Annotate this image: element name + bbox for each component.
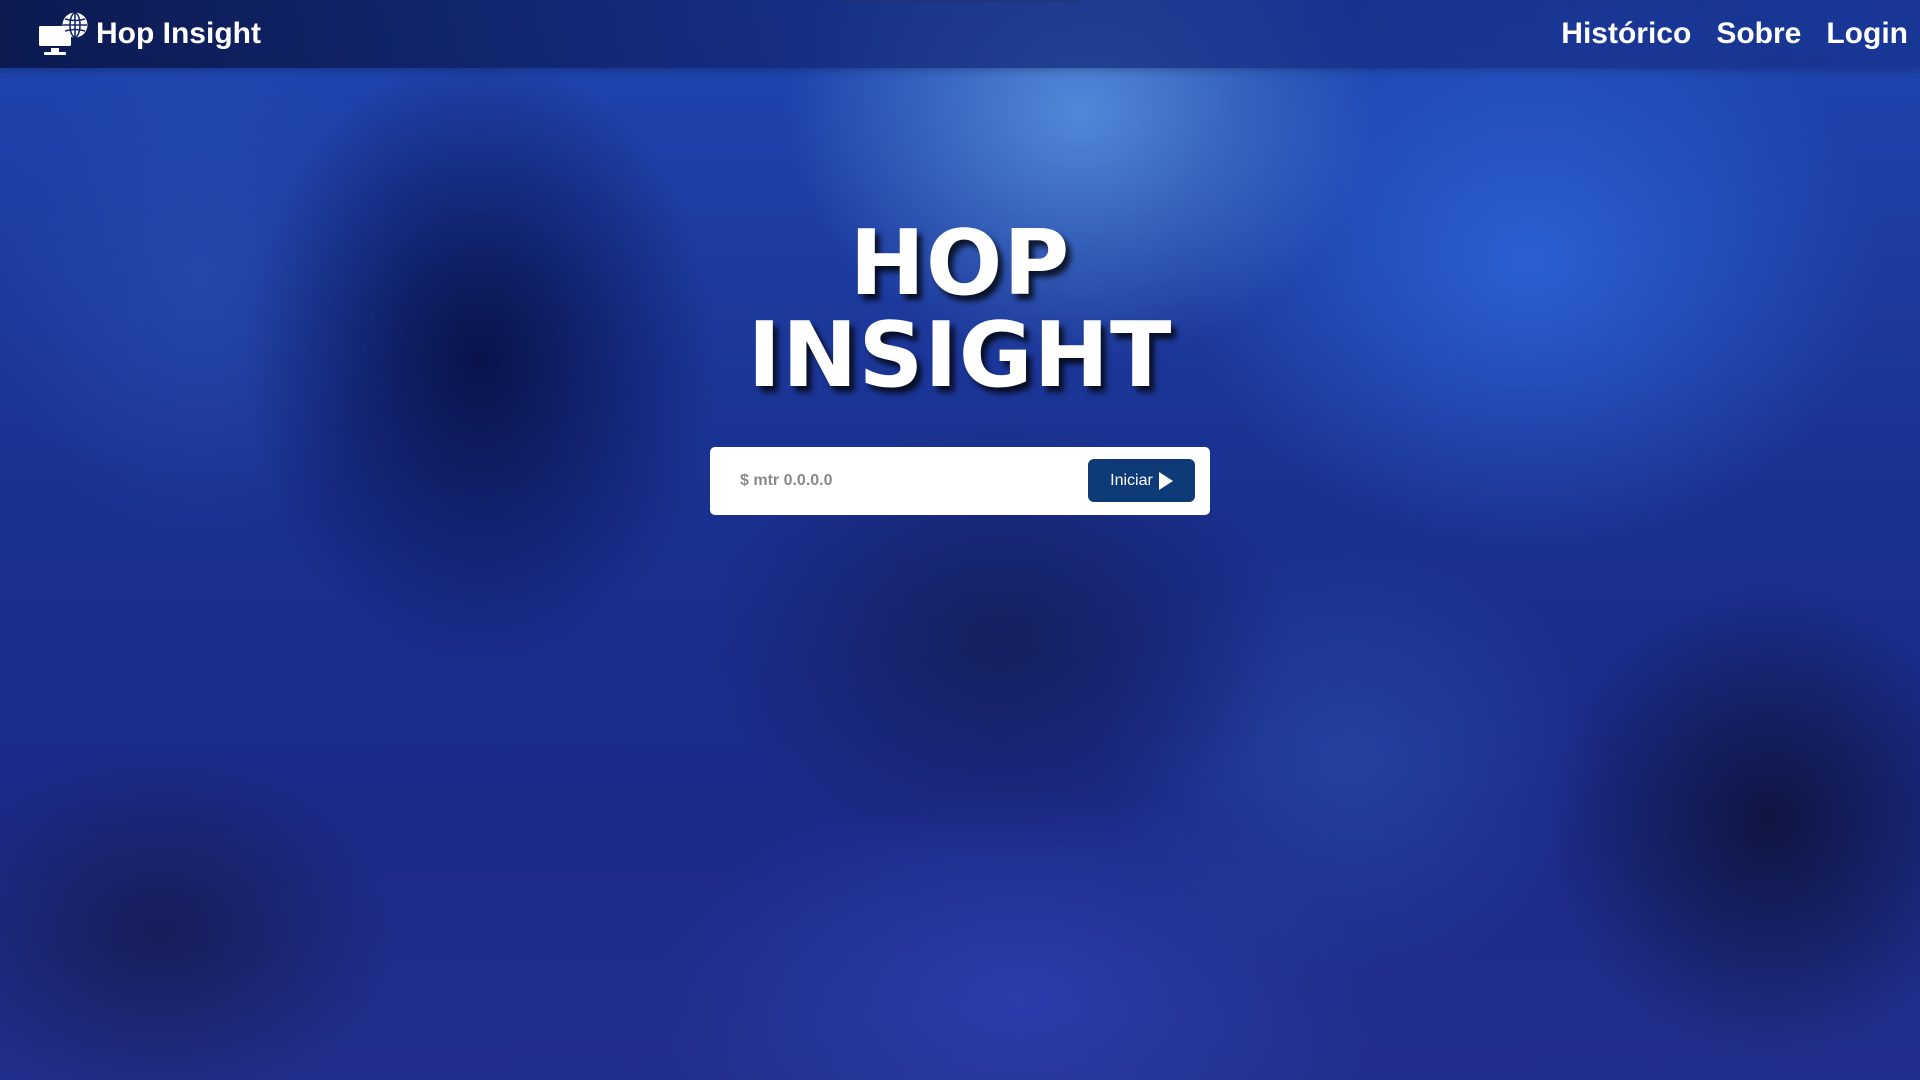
nav-link-sobre[interactable]: Sobre (1716, 14, 1801, 54)
command-input[interactable] (740, 463, 1060, 499)
top-navigation-bar: Hop Insight Histórico Sobre Login (0, 0, 1920, 68)
nav-link-historico[interactable]: Histórico (1561, 14, 1691, 54)
brand-name: Hop Insight (96, 17, 261, 50)
command-search-box: Iniciar (710, 447, 1210, 515)
hero-title-line-1: HOP (849, 211, 1071, 317)
nav-link-login[interactable]: Login (1826, 14, 1908, 54)
hero-title: HOP INSIGHT (0, 218, 1920, 402)
start-button[interactable]: Iniciar (1088, 459, 1195, 502)
play-icon (1158, 471, 1173, 490)
main-nav: Histórico Sobre Login (1561, 14, 1908, 54)
brand-link[interactable]: Hop Insight (38, 12, 261, 56)
monitor-globe-icon (39, 12, 88, 55)
hero-title-line-2: INSIGHT (747, 303, 1173, 409)
start-button-label: Iniciar (1110, 471, 1153, 489)
